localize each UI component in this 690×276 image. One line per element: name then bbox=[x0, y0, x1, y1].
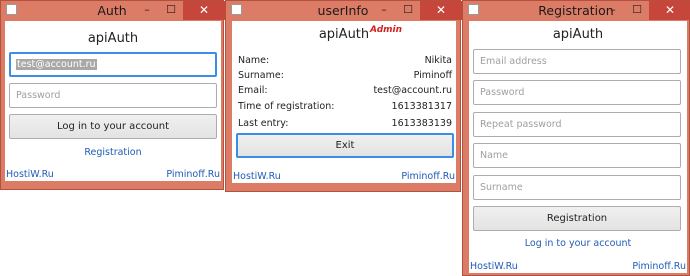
registration-window: Registration – ☐ ✕ apiAuth Email address… bbox=[462, 0, 690, 276]
login-link[interactable]: Log in to your account bbox=[469, 238, 687, 249]
info-label: Name: bbox=[238, 55, 270, 66]
auth-titlebar[interactable]: Auth – ☐ ✕ bbox=[1, 1, 225, 20]
admin-badge: Admin bbox=[370, 25, 403, 35]
register-button[interactable]: Registration bbox=[473, 206, 681, 231]
hostiw-link[interactable]: HostiW.Ru bbox=[470, 261, 518, 272]
hostiw-link[interactable]: HostiW.Ru bbox=[233, 171, 281, 182]
hostiw-link[interactable]: HostiW.Ru bbox=[6, 169, 54, 180]
auth-client-area: apiAuth test@account.ru Password Log in … bbox=[5, 21, 221, 181]
userinfo-footer: HostiW.Ru Piminoff.Ru bbox=[232, 168, 456, 183]
close-icon[interactable]: ✕ bbox=[183, 1, 225, 20]
close-icon[interactable]: ✕ bbox=[420, 1, 462, 20]
registration-link[interactable]: Registration bbox=[5, 147, 221, 158]
minimize-icon[interactable]: – bbox=[372, 1, 396, 20]
info-value: Nikita bbox=[424, 55, 452, 66]
maximize-icon[interactable]: ☐ bbox=[625, 1, 649, 20]
info-label: Time of registration: bbox=[238, 101, 335, 112]
surname-field[interactable]: Surname bbox=[473, 175, 681, 200]
minimize-icon[interactable]: – bbox=[601, 1, 625, 20]
piminoff-link[interactable]: Piminoff.Ru bbox=[632, 261, 686, 272]
info-value: test@account.ru bbox=[373, 85, 452, 96]
email-field-value: test@account.ru bbox=[16, 59, 97, 70]
info-row-surname: Surname: Piminoff bbox=[238, 70, 452, 85]
registration-heading: apiAuth bbox=[552, 27, 604, 42]
login-button[interactable]: Log in to your account bbox=[9, 114, 217, 139]
info-row-last-entry: Last entry: 1613383139 bbox=[238, 118, 452, 133]
password-field[interactable]: Password bbox=[9, 83, 217, 108]
userinfo-client-area: apiAuth Admin Name: Nikita Surname: Pimi… bbox=[232, 21, 456, 183]
piminoff-link[interactable]: Piminoff.Ru bbox=[401, 171, 455, 182]
info-label: Last entry: bbox=[238, 118, 289, 129]
info-row-email: Email: test@account.ru bbox=[238, 85, 452, 100]
maximize-icon[interactable]: ☐ bbox=[159, 1, 183, 20]
userinfo-heading: apiAuth bbox=[318, 27, 370, 42]
info-row-registration-time: Time of registration: 1613381317 bbox=[238, 101, 452, 116]
registration-client-area: apiAuth Email address Password Repeat pa… bbox=[469, 21, 687, 273]
password-field[interactable]: Password bbox=[473, 80, 681, 105]
piminoff-link[interactable]: Piminoff.Ru bbox=[166, 169, 220, 180]
close-icon[interactable]: ✕ bbox=[649, 1, 690, 20]
info-value: Piminoff bbox=[413, 70, 452, 81]
info-label: Surname: bbox=[238, 70, 284, 81]
maximize-icon[interactable]: ☐ bbox=[396, 1, 420, 20]
exit-button[interactable]: Exit bbox=[236, 133, 454, 158]
email-field[interactable]: test@account.ru bbox=[9, 52, 217, 77]
registration-footer: HostiW.Ru Piminoff.Ru bbox=[469, 258, 687, 273]
auth-window: Auth – ☐ ✕ apiAuth test@account.ru Passw… bbox=[0, 0, 225, 190]
info-value: 1613383139 bbox=[391, 118, 452, 129]
minimize-icon[interactable]: – bbox=[135, 1, 159, 20]
userinfo-titlebar[interactable]: userInfo – ☐ ✕ bbox=[226, 1, 462, 20]
registration-titlebar[interactable]: Registration – ☐ ✕ bbox=[463, 1, 690, 20]
info-label: Email: bbox=[238, 85, 268, 96]
repeat-password-field[interactable]: Repeat password bbox=[473, 112, 681, 137]
info-row-name: Name: Nikita bbox=[238, 55, 452, 70]
auth-heading: apiAuth bbox=[87, 31, 139, 46]
name-field[interactable]: Name bbox=[473, 143, 681, 168]
info-value: 1613381317 bbox=[391, 101, 452, 112]
auth-footer: HostiW.Ru Piminoff.Ru bbox=[5, 166, 221, 181]
userinfo-window: userInfo – ☐ ✕ apiAuth Admin Name: Nikit… bbox=[225, 0, 462, 192]
email-field[interactable]: Email address bbox=[473, 49, 681, 74]
